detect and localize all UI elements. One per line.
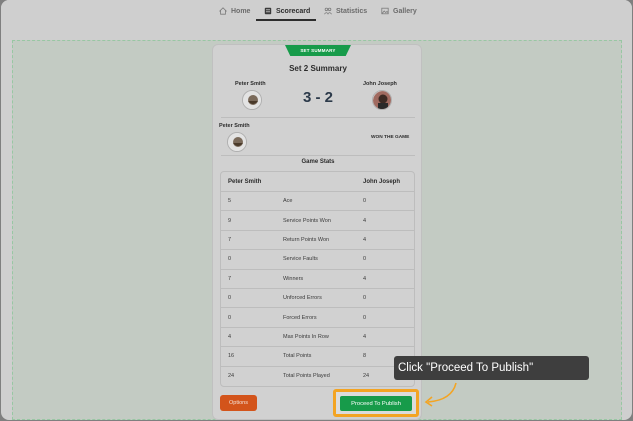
table-row: 0 Unforced Errors 0 (221, 289, 414, 309)
row-p2-value: 4 (363, 333, 367, 340)
row-stat-label: Winners (283, 275, 304, 282)
curved-arrow-icon (424, 382, 457, 407)
row-stat-label: Return Points Won (283, 236, 330, 243)
publish-highlight: Proceed To Publish (333, 389, 419, 417)
row-p2-value: 0 (363, 295, 367, 302)
row-p1-value: 4 (228, 333, 232, 340)
nav-home-label: Home (231, 7, 251, 15)
set-summary-card: SET SUMMARY Set 2 Summary Peter Smith 3 … (212, 44, 422, 420)
gallery-icon (381, 7, 389, 15)
nav-scorecard-label: Scorecard (276, 7, 311, 15)
game-stats-title: Game Stats (301, 159, 335, 165)
table-row: 9 Service Points Won 4 (221, 211, 414, 231)
game-stats-table: Peter Smith John Joseph 5 Ace 0 9 Service P… (220, 171, 415, 387)
nav-gallery-label: Gallery (393, 7, 417, 15)
row-stat-label: Total Points Played (283, 373, 330, 380)
table-row: 24 Total Points Played 24 (221, 367, 414, 386)
row-stat-label: Total Points (283, 353, 312, 360)
row-stat-label: Forced Errors (283, 314, 317, 321)
won-the-game-label: WON THE GAME (371, 135, 410, 140)
summary-divider-bottom (221, 155, 415, 156)
proceed-to-publish-button[interactable]: Proceed To Publish (340, 396, 412, 411)
row-stat-label: Service Points Won (283, 217, 331, 224)
row-stat-label: Max Points In Row (283, 333, 329, 340)
row-p1-value: 0 (228, 295, 232, 302)
table-row: 5 Ace 0 (221, 192, 414, 212)
set-score: 3 - 2 (302, 89, 333, 106)
guide-tooltip: Click "Proceed To Publish" (394, 356, 589, 380)
row-p2-value: 0 (363, 314, 367, 321)
table-header-row: Peter Smith John Joseph (221, 172, 414, 192)
row-p1-value: 24 (228, 373, 235, 380)
table-row: 7 Winners 4 (221, 270, 414, 289)
nav-scorecard[interactable]: Scorecard (264, 4, 310, 18)
winner-name: Peter Smith (219, 123, 250, 129)
top-navigation: Home Scorecard Statistics Gallery (1, 0, 632, 22)
nav-home[interactable]: Home (219, 4, 250, 18)
player2-name: John Joseph (363, 81, 397, 87)
row-p2-value: 0 (363, 256, 367, 263)
row-p1-value: 9 (228, 217, 232, 224)
player1-avatar (242, 90, 262, 110)
nav-statistics[interactable]: Statistics (324, 4, 367, 18)
row-p1-value: 7 (228, 236, 232, 243)
nav-statistics-label: Statistics (336, 7, 368, 15)
row-p2-value: 24 (363, 373, 370, 380)
set-title: Set 2 Summary (289, 64, 347, 73)
row-p1-value: 16 (228, 353, 235, 360)
statistics-icon (324, 7, 332, 15)
table-row: 16 Total Points 8 (221, 347, 414, 367)
row-p2-value: 4 (363, 217, 367, 224)
row-stat-label: Ace (283, 198, 293, 205)
player2-avatar (372, 90, 392, 110)
row-p1-value: 5 (228, 198, 232, 205)
row-p2-value: 8 (363, 353, 367, 360)
nav-gallery[interactable]: Gallery (381, 4, 417, 18)
row-stat-label: Service Faults (283, 256, 318, 263)
row-p1-value: 0 (228, 314, 232, 321)
options-button[interactable]: Options (220, 395, 257, 411)
table-row: 0 Service Faults 0 (221, 250, 414, 270)
row-p2-value: 4 (363, 275, 367, 282)
header-player2: John Joseph (363, 178, 401, 185)
table-row: 0 Forced Errors 0 (221, 308, 414, 328)
set-summary-ribbon: SET SUMMARY (285, 45, 351, 56)
row-p1-value: 7 (228, 275, 232, 282)
player1-name: Peter Smith (235, 81, 266, 87)
row-p2-value: 0 (363, 198, 367, 205)
home-icon (219, 7, 227, 15)
row-stat-label: Unforced Errors (283, 295, 322, 302)
row-p1-value: 0 (228, 256, 232, 263)
summary-divider-top (221, 117, 415, 118)
active-tab-indicator (256, 19, 316, 21)
table-row: 4 Max Points In Row 4 (221, 328, 414, 348)
header-player1: Peter Smith (228, 178, 262, 185)
scorecard-icon (264, 7, 272, 15)
table-row: 7 Return Points Won 4 (221, 231, 414, 251)
row-p2-value: 4 (363, 236, 367, 243)
winner-avatar (227, 132, 247, 152)
